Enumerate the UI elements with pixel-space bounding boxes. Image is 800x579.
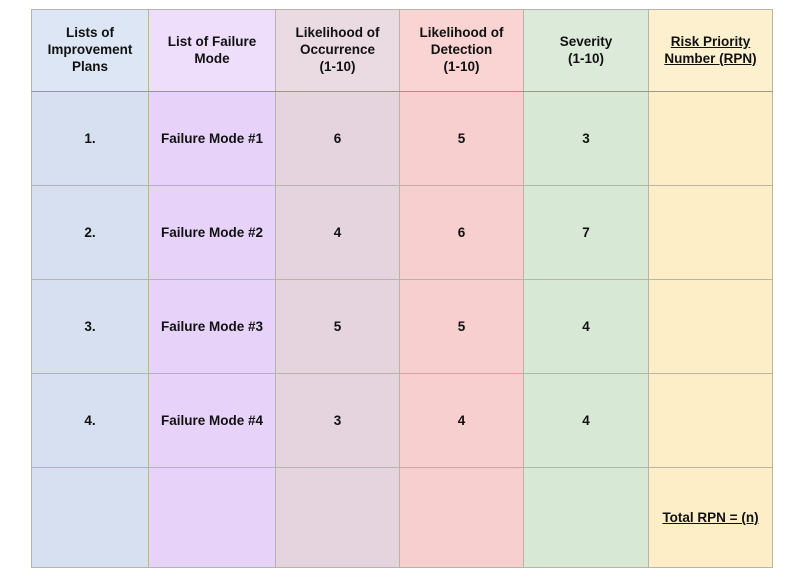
fmea-risk-priority-table: Lists of Improvement Plans List of Failu… — [31, 9, 773, 568]
column-header-improvement-plans: Lists of Improvement Plans — [31, 9, 149, 92]
table-total-row: Total RPN = (n) — [31, 467, 773, 568]
column-header-likelihood-of-occurrence: Likelihood of Occurrence (1-10) — [275, 9, 400, 92]
header-line: Improvement — [47, 42, 133, 58]
column-header-likelihood-of-detection: Likelihood of Detection (1-10) — [399, 9, 524, 92]
cell-improvement-plan-index: 1. — [31, 91, 149, 186]
header-line: Plans — [71, 58, 109, 74]
cell-total-rpn: Total RPN = (n) — [648, 467, 773, 568]
cell-severity-empty — [523, 467, 649, 568]
cell-improvement-plan-index-empty — [31, 467, 149, 568]
cell-detection-empty — [399, 467, 524, 568]
header-line: List of Failure — [167, 33, 257, 49]
header-line: Number (RPN) — [664, 50, 757, 66]
cell-detection: 4 — [399, 373, 524, 468]
header-line: Risk Priority — [670, 33, 751, 49]
header-line: (1-10) — [319, 58, 356, 74]
cell-severity: 3 — [523, 91, 649, 186]
column-header-risk-priority-number: Risk Priority Number (RPN) — [648, 9, 773, 92]
cell-occurrence-empty — [275, 467, 400, 568]
header-line: Lists of — [65, 25, 114, 41]
column-header-failure-mode: List of Failure Mode — [148, 9, 276, 92]
header-row: Lists of Improvement Plans List of Failu… — [31, 9, 773, 92]
cell-rpn — [648, 91, 773, 186]
cell-improvement-plan-index: 4. — [31, 373, 149, 468]
cell-occurrence: 6 — [275, 91, 400, 186]
cell-rpn — [648, 279, 773, 374]
cell-occurrence: 5 — [275, 279, 400, 374]
cell-detection: 5 — [399, 279, 524, 374]
cell-occurrence: 3 — [275, 373, 400, 468]
header-line: Likelihood of — [295, 25, 380, 41]
header-line: Severity — [559, 33, 613, 49]
table-row: 1. Failure Mode #1 6 5 3 — [31, 91, 773, 186]
page-canvas: Lists of Improvement Plans List of Failu… — [0, 0, 800, 579]
table-row: 2. Failure Mode #2 4 6 7 — [31, 185, 773, 280]
cell-failure-mode: Failure Mode #3 — [148, 279, 276, 374]
table-row: 4. Failure Mode #4 3 4 4 — [31, 373, 773, 468]
cell-detection: 6 — [399, 185, 524, 280]
cell-improvement-plan-index: 2. — [31, 185, 149, 280]
cell-occurrence: 4 — [275, 185, 400, 280]
cell-severity: 4 — [523, 373, 649, 468]
header-line: Mode — [194, 50, 230, 66]
cell-failure-mode: Failure Mode #4 — [148, 373, 276, 468]
header-line: (1-10) — [443, 58, 480, 74]
header-line: Likelihood of — [419, 25, 504, 41]
cell-rpn — [648, 373, 773, 468]
header-line: Detection — [430, 42, 493, 58]
column-header-severity: Severity (1-10) — [523, 9, 649, 92]
table-row: 3. Failure Mode #3 5 5 4 — [31, 279, 773, 374]
table-header: Lists of Improvement Plans List of Failu… — [31, 9, 773, 92]
cell-improvement-plan-index: 3. — [31, 279, 149, 374]
table-body: 1. Failure Mode #1 6 5 3 2. Failure Mode… — [31, 91, 773, 568]
cell-failure-mode: Failure Mode #1 — [148, 91, 276, 186]
header-line: (1-10) — [567, 50, 604, 66]
cell-failure-mode-empty — [148, 467, 276, 568]
cell-severity: 7 — [523, 185, 649, 280]
cell-detection: 5 — [399, 91, 524, 186]
header-line: Occurrence — [299, 42, 376, 58]
total-rpn-label: Total RPN = (n) — [662, 510, 759, 525]
cell-rpn — [648, 185, 773, 280]
cell-severity: 4 — [523, 279, 649, 374]
cell-failure-mode: Failure Mode #2 — [148, 185, 276, 280]
